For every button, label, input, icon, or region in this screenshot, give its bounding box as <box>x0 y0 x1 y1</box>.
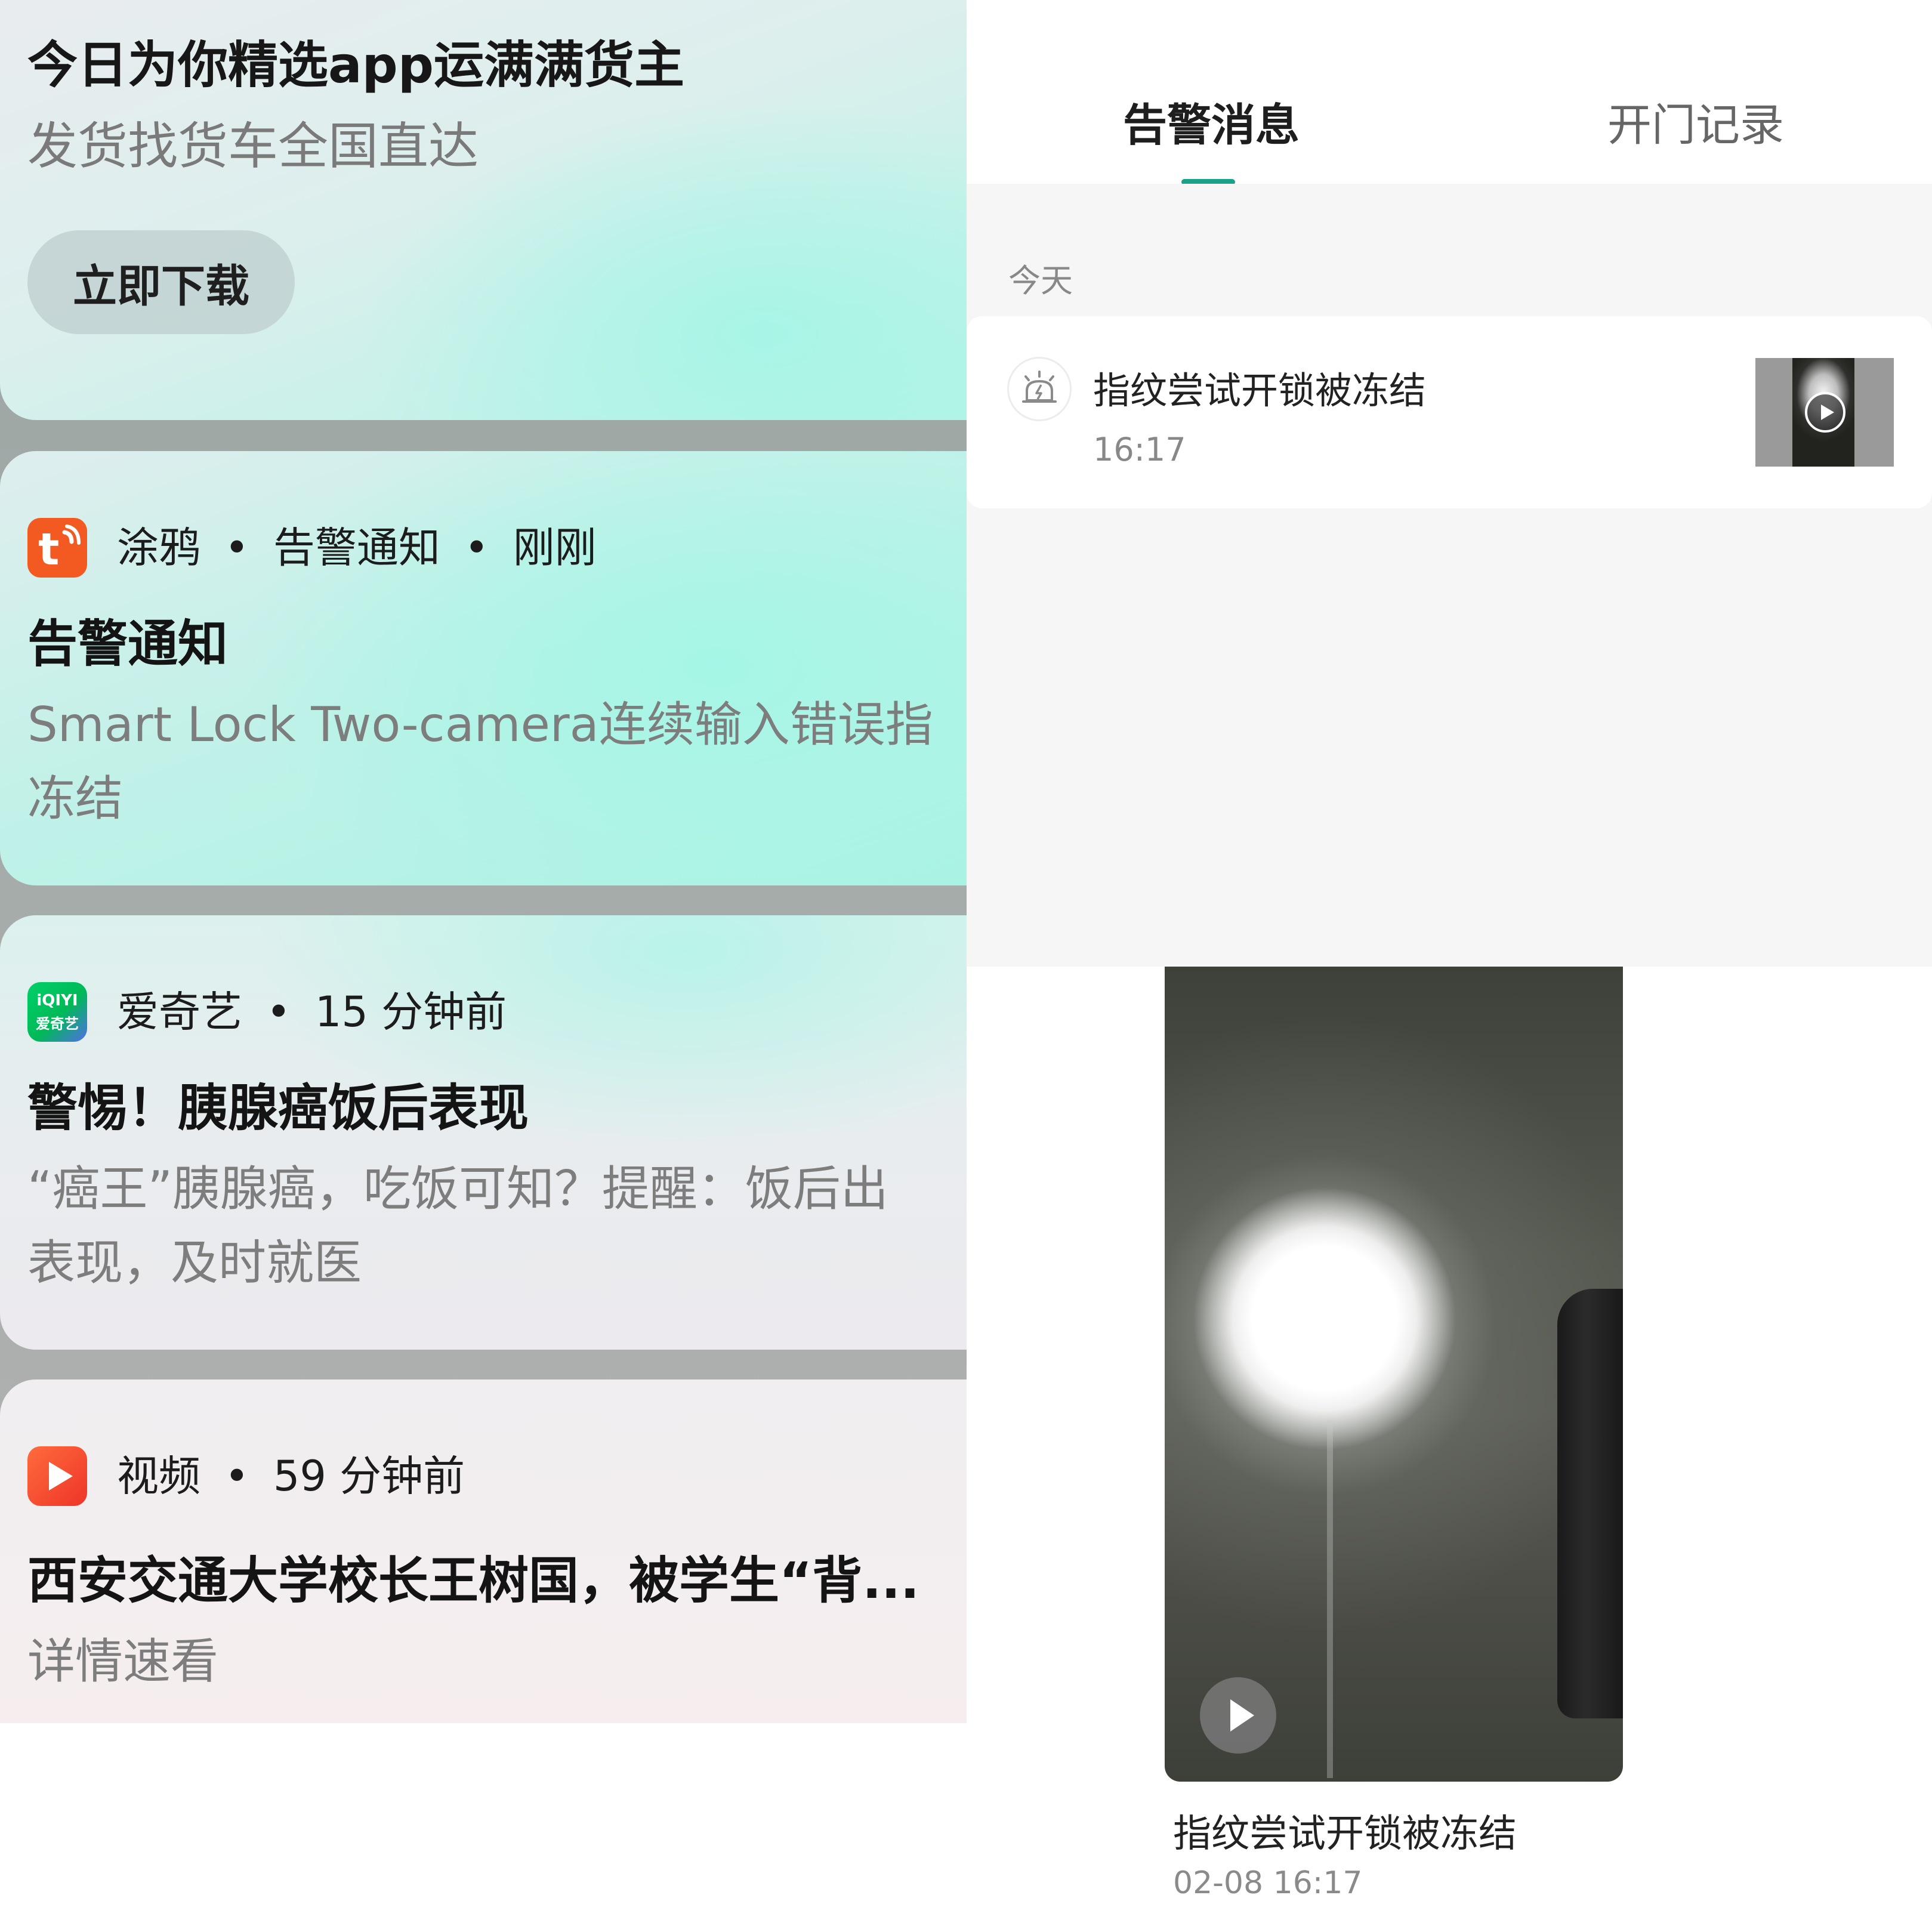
video-notification-title: 西安交通大学校长王树国，被学生“背... <box>27 1551 919 1610</box>
iqiyi-time: 15 分钟前 <box>314 987 507 1036</box>
alarm-item-title: 指纹尝试开锁被冻结 <box>1093 369 1427 412</box>
video-datetime: 02-08 16:17 <box>1173 1865 1363 1901</box>
video-time: 59 分钟前 <box>273 1452 465 1501</box>
video-scene-person <box>1557 1289 1623 1718</box>
play-icon[interactable] <box>1804 391 1846 433</box>
alarm-item-time: 16:17 <box>1093 431 1186 468</box>
ad-subtitle: 发货找货车全国直达 <box>27 117 479 175</box>
lock-app-screen: 告警消息 开门记录 今天 指纹尝试开锁被冻结 16:17 指纹尝试开锁被冻结 0… <box>967 0 1932 1932</box>
video-scene-pole <box>1327 1420 1333 1778</box>
tuya-notification-body-line1: Smart Lock Two-camera连续输入错误指 <box>27 697 933 752</box>
video-notification-card[interactable]: 视频 • 59 分钟前 西安交通大学校长王树国，被学生“背... 详情速看 <box>0 1379 967 1723</box>
video-app-icon <box>27 1446 87 1506</box>
alarm-siren-icon <box>1007 357 1072 421</box>
alarm-video-preview[interactable] <box>1165 967 1623 1782</box>
meta-separator: • <box>266 987 291 1036</box>
section-date-label: 今天 <box>1008 262 1073 300</box>
meta-separator: • <box>224 523 249 572</box>
iqiyi-notification-meta: 爱奇艺 • 15 分钟前 <box>117 982 507 1042</box>
tuya-notification-body-line2: 冻结 <box>27 771 123 826</box>
iqiyi-notification-title: 警惕！胰腺癌饭后表现 <box>27 1079 529 1137</box>
iqiyi-icon-text-top: iQIYI <box>36 992 78 1010</box>
iqiyi-notification-card[interactable]: iQIYI 爱奇艺 爱奇艺 • 15 分钟前 警惕！胰腺癌饭后表现 “癌王”胰腺… <box>0 915 967 1350</box>
iqiyi-notification-body-line2: 表现，及时就医 <box>27 1235 362 1291</box>
svg-text:t: t <box>38 524 59 575</box>
video-notification-meta: 视频 • 59 分钟前 <box>117 1446 465 1506</box>
tuya-app-name: 涂鸦 <box>117 523 200 572</box>
video-app-name: 视频 <box>117 1452 200 1501</box>
tab-door-records[interactable]: 开门记录 <box>1607 89 1784 153</box>
iqiyi-app-name: 爱奇艺 <box>117 987 242 1036</box>
meta-separator: • <box>224 1452 249 1501</box>
ad-notification-card[interactable]: 今日为你精选app运满满货主 发货找货车全国直达 立即下载 <box>0 0 967 420</box>
tuya-category: 告警通知 <box>273 523 440 572</box>
download-now-button[interactable]: 立即下载 <box>27 230 295 334</box>
play-icon[interactable] <box>1199 1677 1277 1754</box>
video-notification-body: 详情速看 <box>27 1634 218 1689</box>
message-tabs: 告警消息 开门记录 <box>967 0 1932 185</box>
iqiyi-icon-text-bottom: 爱奇艺 <box>36 1016 79 1032</box>
tuya-time: 刚刚 <box>513 523 597 572</box>
iqiyi-notification-body-line1: “癌王”胰腺癌，吃饭可知？提醒：饭后出 <box>27 1161 888 1217</box>
alarm-message-list: 今天 指纹尝试开锁被冻结 16:17 <box>967 184 1932 967</box>
iqiyi-app-icon: iQIYI 爱奇艺 <box>27 982 87 1042</box>
alarm-message-item[interactable]: 指纹尝试开锁被冻结 16:17 <box>967 316 1932 508</box>
video-caption: 指纹尝试开锁被冻结 <box>1173 1812 1517 1856</box>
alarm-video-thumbnail[interactable] <box>1755 358 1894 467</box>
notification-shade: 今日为你精选app运满满货主 发货找货车全国直达 立即下载 t 涂鸦 • 告警通… <box>0 0 967 1723</box>
tuya-app-icon: t <box>27 518 87 578</box>
meta-separator: • <box>464 523 489 572</box>
tuya-notification-title: 告警通知 <box>27 615 229 673</box>
tab-alarm-messages[interactable]: 告警消息 <box>1123 89 1300 153</box>
tuya-notification-card[interactable]: t 涂鸦 • 告警通知 • 刚刚 告警通知 Smart Lock Two-cam… <box>0 451 967 885</box>
ad-title: 今日为你精选app运满满货主 <box>27 36 684 94</box>
tuya-notification-meta: 涂鸦 • 告警通知 • 刚刚 <box>117 518 597 578</box>
